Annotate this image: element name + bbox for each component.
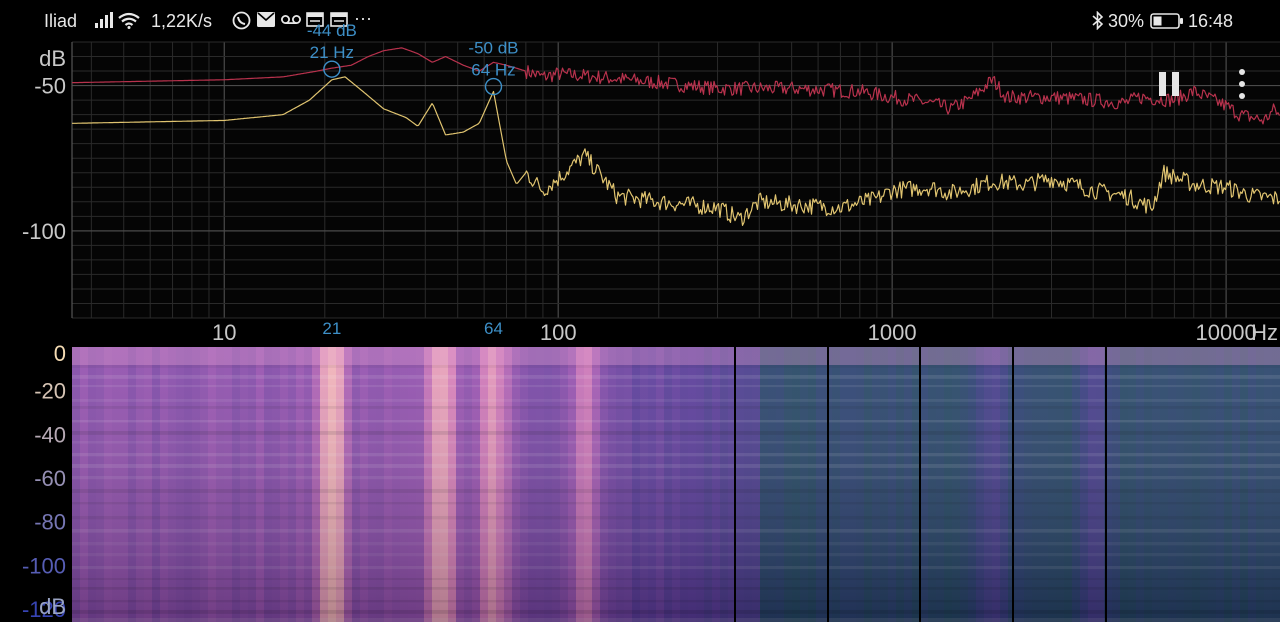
y-tick-label: -50 bbox=[34, 74, 66, 99]
spectrogram bbox=[72, 347, 1280, 622]
more-options-button[interactable] bbox=[1230, 68, 1254, 105]
y-tick-label: -100 bbox=[22, 219, 66, 244]
spectrum-analyzer: dB -50 -100 10 100 1000 10000Hz -44 dB 21 Hz 21 -… bbox=[0, 21, 1280, 622]
x-axis-label: Hz bbox=[1251, 320, 1278, 345]
x-tick-label: 100 bbox=[540, 320, 577, 345]
spectrogram-y-tick-label: -60 bbox=[34, 466, 66, 491]
x-tick-label: 10000 bbox=[1196, 320, 1257, 345]
more-vertical-icon bbox=[1239, 69, 1245, 99]
x-tick-label: 1000 bbox=[868, 320, 917, 345]
spectrum-grid bbox=[71, 41, 1280, 319]
spectrogram-y-tick-label: -40 bbox=[34, 422, 66, 447]
spectrogram-y-tick-label: 0 bbox=[54, 341, 66, 366]
plot-background bbox=[72, 42, 1280, 318]
y-axis-label: dB bbox=[39, 46, 66, 71]
pause-icon bbox=[1159, 72, 1179, 96]
peak-marker-level: -44 dB bbox=[307, 21, 357, 40]
spectrogram-shade bbox=[72, 347, 1280, 622]
spectrogram-y-tick-label: -80 bbox=[34, 510, 66, 535]
spectrogram-y-axis-label: dB bbox=[39, 594, 66, 619]
pause-button[interactable] bbox=[1155, 70, 1185, 103]
peak-marker-axis-label: 21 bbox=[322, 319, 341, 338]
peak-marker-frequency: 64 Hz bbox=[471, 61, 515, 80]
spectrogram-y-tick-label: -100 bbox=[22, 553, 66, 578]
x-tick-label: 10 bbox=[212, 320, 236, 345]
spectrogram-y-tick-label: -20 bbox=[34, 379, 66, 404]
peak-marker-axis-label: 64 bbox=[484, 319, 503, 338]
peak-marker-frequency: 21 Hz bbox=[310, 43, 354, 62]
spectrogram-axis: 0-20-40-60-80-100-120dB bbox=[0, 341, 72, 622]
peak-marker-level: -50 dB bbox=[468, 39, 518, 58]
